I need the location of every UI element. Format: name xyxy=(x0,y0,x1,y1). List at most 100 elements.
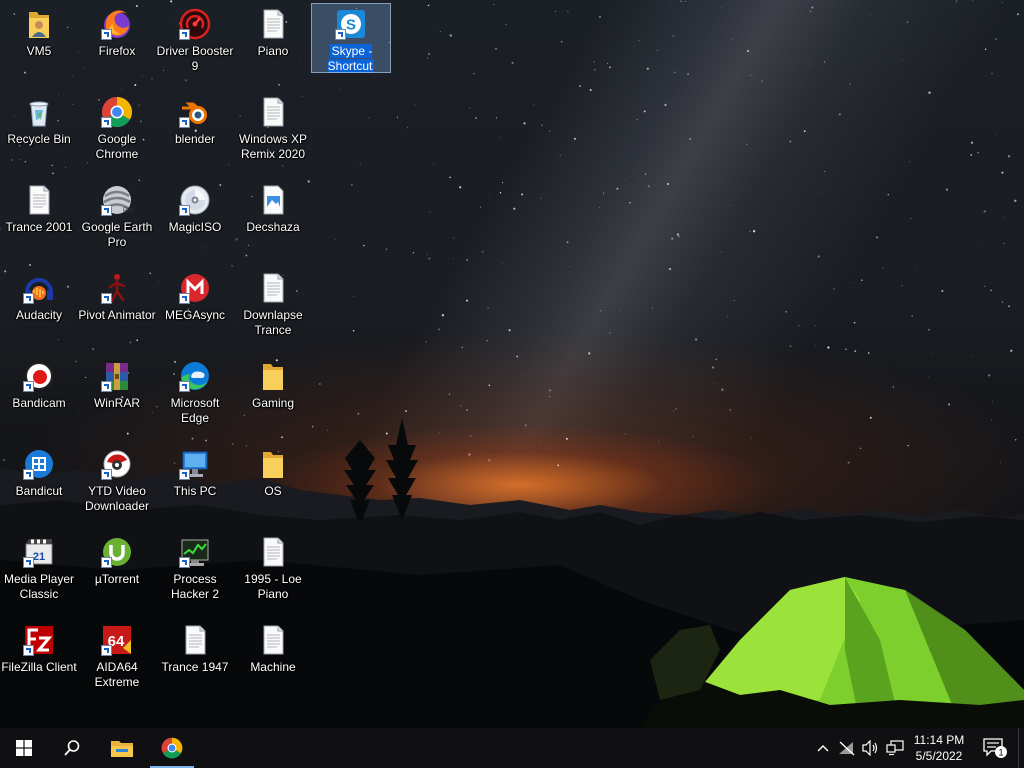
desktop-icon-machine[interactable]: Machine xyxy=(234,620,312,706)
desktop-icon-driver-booster-9[interactable]: Driver Booster 9 xyxy=(156,4,234,90)
desktop-icon-label: µTorrent xyxy=(94,572,140,586)
tray-overflow[interactable] xyxy=(812,728,834,768)
desktop-icon-label: Microsoft Edge xyxy=(170,396,220,425)
desktop-icon-downlapse-trance[interactable]: Downlapse Trance xyxy=(234,268,312,354)
tray-volume[interactable] xyxy=(860,728,882,768)
display-icon xyxy=(886,740,904,756)
desktop-icon-label: Audacity xyxy=(15,308,63,322)
document-icon xyxy=(179,624,211,656)
desktop-icon-label: Trance 2001 xyxy=(5,220,73,234)
shortcut-arrow-icon xyxy=(179,29,190,40)
ytd-icon xyxy=(101,448,133,480)
desktop-icon-label: VM5 xyxy=(26,44,52,58)
file-explorer-icon xyxy=(111,741,133,757)
chrome-icon xyxy=(161,737,183,759)
shortcut-arrow-icon xyxy=(101,645,112,656)
image-file-icon xyxy=(257,184,289,216)
desktop-icon-pivot-animator[interactable]: Pivot Animator xyxy=(78,268,156,354)
desktop-icon-label: MagicISO xyxy=(168,220,222,234)
tray-display[interactable] xyxy=(884,728,906,768)
desktop-icon-ytd-video-downloader[interactable]: YTD Video Downloader xyxy=(78,444,156,530)
desktop-icon-microsoft-edge[interactable]: Microsoft Edge xyxy=(156,356,234,442)
bandicam-icon xyxy=(23,360,55,392)
pivot-animator-icon xyxy=(101,272,133,304)
desktop-icon-label: Bandicam xyxy=(12,396,66,410)
desktop-icon-label: Firefox xyxy=(98,44,136,58)
desktop-icon-windows-xp-remix-2020[interactable]: Windows XP Remix 2020 xyxy=(234,92,312,178)
notification-count: 1 xyxy=(998,748,1003,758)
desktop-icon-this-pc[interactable]: This PC xyxy=(156,444,234,530)
desktop-icon-label: Google Chrome xyxy=(95,132,139,161)
taskbar-chrome[interactable] xyxy=(148,728,196,768)
this-pc-icon xyxy=(179,448,211,480)
desktop-icon-bandicam[interactable]: Bandicam xyxy=(0,356,78,442)
driver-booster-icon xyxy=(179,8,211,40)
desktop-icon-os[interactable]: OS xyxy=(234,444,312,530)
desktop-icon-label: Machine xyxy=(250,660,296,674)
desktop-icon-label: Piano xyxy=(257,44,289,58)
document-icon xyxy=(257,536,289,568)
desktop-icon-aida64-extreme[interactable]: 64 AIDA64 Extreme xyxy=(78,620,156,706)
desktop-icon-skype-shortcut[interactable]: S Skype - Shortcut xyxy=(311,3,391,73)
desktop-icon-blender[interactable]: blender xyxy=(156,92,234,178)
action-center-button[interactable]: 1 xyxy=(978,728,1012,768)
desktop-icon-trance-2001[interactable]: Trance 2001 xyxy=(0,180,78,266)
tray-clock[interactable]: 11:14 PM 5/5/2022 xyxy=(904,732,974,764)
desktop-icon-process-hacker-2[interactable]: Process Hacker 2 xyxy=(156,532,234,618)
desktop-icon-1995-loe-piano[interactable]: 1995 - Loe Piano xyxy=(234,532,312,618)
desktop-icon-magiciso[interactable]: MagicISO xyxy=(156,180,234,266)
svg-text:21: 21 xyxy=(33,551,45,563)
volume-icon xyxy=(862,740,878,756)
desktop-icon-trance-1947[interactable]: Trance 1947 xyxy=(156,620,234,706)
desktop-icon-media-player-classic[interactable]: 21 Media Player Classic xyxy=(0,532,78,618)
desktop-icon-firefox[interactable]: Firefox xyxy=(78,4,156,90)
desktop-icon-audacity[interactable]: Audacity xyxy=(0,268,78,354)
clock-date: 5/5/2022 xyxy=(915,749,963,763)
document-icon xyxy=(257,96,289,128)
desktop-icon-label: AIDA64 Extreme xyxy=(94,660,140,689)
desktop-icon-piano[interactable]: Piano xyxy=(234,4,312,90)
desktop-icon-label: YTD Video Downloader xyxy=(84,484,150,513)
start-button[interactable] xyxy=(0,728,48,768)
shortcut-arrow-icon xyxy=(101,293,112,304)
desktop-icon-label: Downlapse Trance xyxy=(243,308,303,337)
desktop-icon-label: Recycle Bin xyxy=(7,132,71,146)
skype-icon: S xyxy=(335,8,367,40)
process-hacker-icon xyxy=(179,536,211,568)
document-icon xyxy=(257,272,289,304)
desktop-icon-label: Bandicut xyxy=(15,484,63,498)
chrome-icon xyxy=(101,96,133,128)
audacity-icon xyxy=(23,272,55,304)
show-desktop-button[interactable] xyxy=(1018,728,1024,768)
desktop-icon-recycle-bin[interactable]: Recycle Bin xyxy=(0,92,78,178)
desktop-icon-bandicut[interactable]: Bandicut xyxy=(0,444,78,530)
shortcut-arrow-icon xyxy=(101,205,112,216)
desktop-icon-torrent[interactable]: µTorrent xyxy=(78,532,156,618)
desktop-icon-label: This PC xyxy=(173,484,217,498)
search-button[interactable] xyxy=(48,728,96,768)
shortcut-arrow-icon xyxy=(101,469,112,480)
desktop-icon-megasync[interactable]: MEGAsync xyxy=(156,268,234,354)
desktop-icon-label: Pivot Animator xyxy=(78,308,156,322)
desktop-icon-filezilla-client[interactable]: FileZilla Client xyxy=(0,620,78,706)
edge-icon xyxy=(179,360,211,392)
desktop-icon-label: OS xyxy=(264,484,282,498)
aida64-icon: 64 xyxy=(101,624,133,656)
tray-network[interactable] xyxy=(836,728,858,768)
desktop-icon-vm5[interactable]: VM5 xyxy=(0,4,78,90)
desktop-icon-decshaza[interactable]: Decshaza xyxy=(234,180,312,266)
shortcut-arrow-icon xyxy=(179,205,190,216)
desktop-icon-label: Decshaza xyxy=(246,220,300,234)
shortcut-arrow-icon xyxy=(179,381,190,392)
folder-icon xyxy=(257,448,289,480)
mega-icon xyxy=(179,272,211,304)
desktop-icon-google-chrome[interactable]: Google Chrome xyxy=(78,92,156,178)
desktop-icon-winrar[interactable]: WinRAR xyxy=(78,356,156,442)
desktop-icon-gaming[interactable]: Gaming xyxy=(234,356,312,442)
shortcut-arrow-icon xyxy=(23,381,34,392)
blender-icon xyxy=(179,96,211,128)
desktop-icon-label: Media Player Classic xyxy=(3,572,75,601)
svg-text:PRO: PRO xyxy=(123,208,133,214)
taskbar-file-explorer[interactable] xyxy=(98,728,146,768)
desktop-icon-google-earth-pro[interactable]: PRO Google Earth Pro xyxy=(78,180,156,266)
